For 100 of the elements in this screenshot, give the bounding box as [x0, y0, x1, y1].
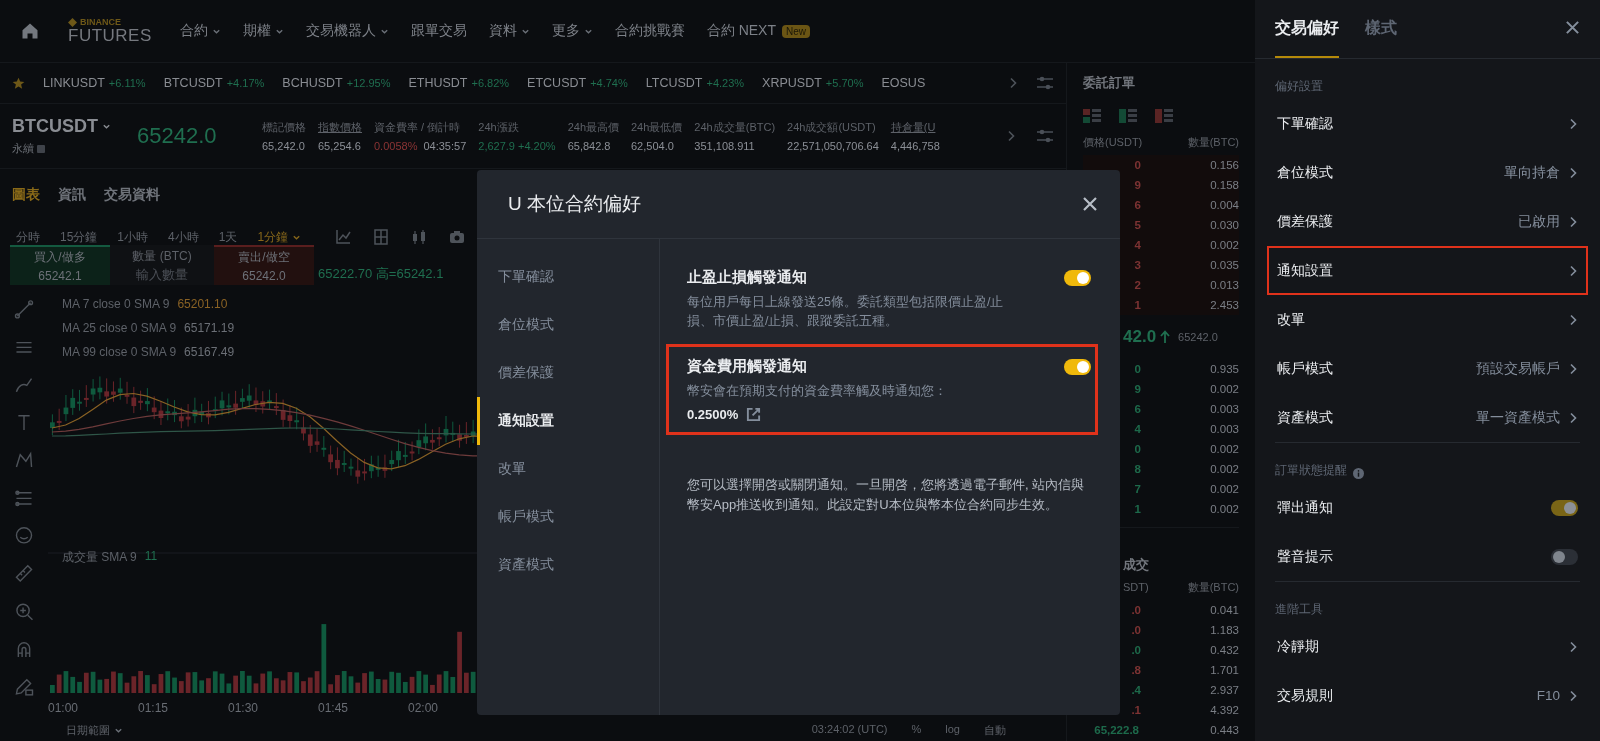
ticker-item[interactable]: XRPUSDT +5.70% [762, 76, 864, 90]
indicator-icon[interactable] [335, 229, 352, 245]
trade-price: .0 [1130, 644, 1141, 656]
ticker-item[interactable]: ETHUSDT +6.82% [408, 76, 510, 90]
settings-row[interactable]: 交易規則 F10 [1267, 671, 1588, 720]
nav-menu-item[interactable]: 合約挑戰賽 [614, 22, 685, 40]
nav-menu-item[interactable]: 更多 [551, 22, 593, 40]
nav-menu-item[interactable]: 合約 NEXT New [706, 22, 811, 40]
chevron-right-icon [1568, 117, 1578, 130]
scale-option[interactable]: 自動 [984, 722, 1006, 738]
book-layout-icon[interactable] [1083, 109, 1101, 123]
settings-row[interactable]: 倉位模式 單向持倉 [1267, 148, 1588, 197]
settings-row[interactable]: 下單確認 [1267, 99, 1588, 148]
trade-quantity: 2.937 [1209, 684, 1239, 696]
dialog-nav-item[interactable]: 倉位模式 [477, 301, 659, 349]
smile-icon[interactable] [13, 525, 35, 547]
bid-price: 9 [1133, 383, 1141, 395]
sell-short-button[interactable]: 賣出/做空 65242.0 [214, 245, 314, 285]
ticker-item[interactable]: BTCUSDT +4.17% [163, 76, 265, 90]
scale-option[interactable]: log [945, 722, 960, 738]
ticker-item[interactable]: LTCUSDT +4.23% [645, 76, 745, 90]
quantity-label: 數量 (BTC) [132, 248, 192, 265]
nav-menu-item[interactable]: 交易機器人 [305, 22, 389, 40]
notification-note: 您可以選擇開啓或關閉通知。一旦開啓，您將透過電子郵件, 站內信與幣安App推送收到通知。此設定對U本位與幣本位合約同步生效。 [686, 476, 1086, 514]
nav-menu-item[interactable]: 跟單交易 [410, 22, 467, 40]
drawer-tab[interactable]: 交易偏好 [1275, 0, 1339, 58]
bid-price: 8 [1133, 463, 1141, 475]
ask-quantity: 0.158 [1209, 179, 1239, 191]
dialog-nav-item[interactable]: 改單 [477, 445, 659, 493]
flag-icon [37, 144, 45, 153]
nav-menu-item[interactable]: 合約 [179, 22, 221, 40]
panel-tab[interactable]: 圖表 [12, 186, 40, 204]
stat-label: 24h成交額(USDT) [787, 120, 877, 135]
settings-row[interactable]: 價差保護 已啟用 [1267, 197, 1588, 246]
home-icon[interactable] [20, 21, 40, 41]
symbol-selector[interactable]: BTCUSDT [12, 116, 111, 137]
sliders-icon[interactable] [1036, 128, 1054, 144]
nav-menu-item[interactable]: 資料 [488, 22, 530, 40]
ticker-item[interactable]: LINKUSDT +6.11% [43, 76, 146, 90]
trade-price: 65,222.8 [1093, 724, 1139, 736]
toggle-switch[interactable] [1064, 269, 1091, 286]
sliders-icon[interactable] [1036, 75, 1054, 91]
ticker-item[interactable]: BCHUSDT +12.95% [282, 76, 391, 90]
close-icon[interactable] [1565, 19, 1580, 35]
ask-quantity: 0.035 [1209, 259, 1239, 271]
chevron-right-icon [1568, 640, 1578, 653]
bid-price: 0 [1133, 363, 1141, 375]
toggle-label: 彈出通知 [1277, 498, 1334, 517]
candles-icon[interactable] [411, 229, 428, 245]
star-icon[interactable] [12, 76, 25, 90]
dialog-nav-item[interactable]: 通知設置 [477, 397, 659, 445]
camera-icon[interactable] [449, 229, 466, 245]
chevron-right-icon [1568, 362, 1578, 375]
stat-value: 351,108.911 [694, 140, 755, 152]
date-range-dropdown[interactable]: 日期範圍 [66, 722, 123, 738]
ticker-item[interactable]: ETCUSDT +4.74% [527, 76, 628, 90]
ask-price: 5 [1133, 219, 1141, 231]
dialog-nav-item[interactable]: 價差保護 [477, 349, 659, 397]
logo[interactable]: BINANCE FUTURES [68, 18, 152, 44]
asks-layout-icon[interactable] [1155, 109, 1173, 123]
ticker-item[interactable]: EOSUS [881, 76, 926, 90]
toggle-switch[interactable] [1551, 499, 1578, 516]
bids-layout-icon[interactable] [1119, 109, 1137, 123]
pencil-lock-icon[interactable] [13, 676, 35, 698]
nav-menu-item[interactable]: 期權 [242, 22, 284, 40]
bid-quantity: 0.002 [1209, 443, 1239, 455]
time-axis-label: 01:15 [138, 701, 170, 715]
scale-option[interactable]: % [911, 722, 922, 738]
interval-option[interactable]: 4小時 [168, 228, 199, 246]
settings-row[interactable]: 資產模式 單一資產模式 [1267, 393, 1588, 442]
drawer-tab[interactable]: 樣式 [1365, 0, 1397, 58]
toggle-switch[interactable] [1064, 358, 1091, 375]
interval-option[interactable]: 15分鐘 [60, 228, 98, 246]
settings-row[interactable]: 冷靜期 [1267, 622, 1588, 671]
stat-value: 65,242.0 [262, 140, 305, 152]
panel-tab[interactable]: 交易資料 [104, 186, 160, 204]
layout-icon[interactable] [373, 229, 390, 245]
interval-option[interactable]: 1小時 [117, 228, 149, 246]
chevron-right-icon [1008, 77, 1018, 89]
dialog-nav-item[interactable]: 帳戶模式 [477, 493, 659, 541]
settings-row[interactable]: 改單 [1267, 295, 1588, 344]
quantity-field[interactable]: 輸入數量 [117, 267, 207, 282]
dialog-nav-item[interactable]: 下單確認 [477, 253, 659, 301]
toggle-switch[interactable] [1551, 548, 1578, 565]
interval-option[interactable]: 1天 [218, 228, 238, 246]
buy-long-button[interactable]: 買入/做多 65242.1 [10, 245, 110, 285]
bid-quantity: 0.003 [1209, 423, 1239, 435]
panel-tab[interactable]: 資訊 [58, 186, 86, 204]
settings-row[interactable]: 通知設置 [1267, 246, 1588, 295]
dialog-nav-item[interactable]: 資產模式 [477, 541, 659, 589]
trend-line-icon[interactable] [13, 299, 35, 320]
settings-row[interactable]: 帳戶模式 預設交易帳戶 [1267, 344, 1588, 393]
bid-quantity: 0.002 [1209, 463, 1239, 475]
interval-option[interactable]: 1分鐘 [257, 228, 302, 246]
close-icon[interactable] [1082, 196, 1098, 212]
edit-icon[interactable] [746, 407, 762, 422]
ruler-icon[interactable] [13, 563, 35, 584]
interval-option[interactable]: 分時 [16, 228, 40, 246]
trade-quantity: 1.183 [1209, 624, 1239, 636]
trade-quantity: 4.392 [1209, 704, 1239, 716]
